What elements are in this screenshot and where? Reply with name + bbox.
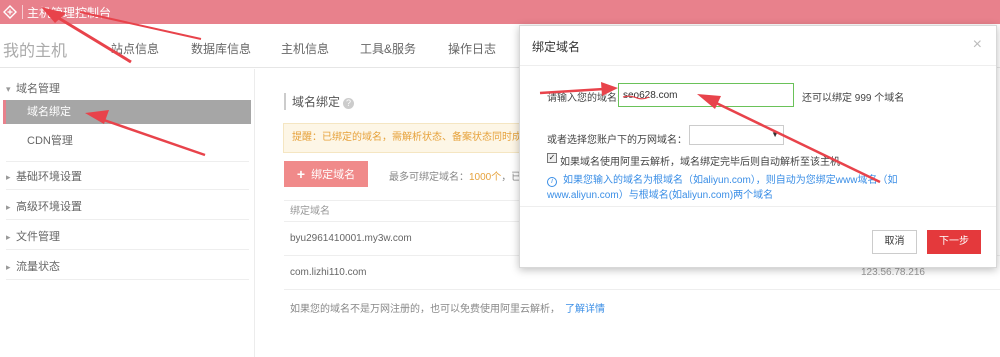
- divider: [6, 279, 249, 280]
- dialog-header: 绑定域名 ×: [520, 26, 996, 66]
- divider: [6, 219, 249, 220]
- sidebar-item-domain-bind[interactable]: 域名绑定: [3, 100, 251, 124]
- section-title: 域名绑定?: [284, 93, 355, 110]
- brand-title: 我的主机: [3, 43, 68, 60]
- domain-input[interactable]: [618, 83, 794, 107]
- divider: [520, 206, 996, 207]
- caret-down-icon: ▾: [6, 84, 11, 94]
- max-domain-note: 最多可绑定域名：1000个，已: [389, 172, 522, 183]
- top-bar: 主机管理控制台: [0, 0, 1000, 24]
- sidebar-group-domain[interactable]: ▾ 域名管理: [6, 80, 60, 96]
- info-note-line2: www.aliyun.com）与根域名(如aliyun.com)两个域名: [547, 190, 774, 201]
- sidebar-group-traffic[interactable]: ▸ 流量状态: [6, 258, 60, 274]
- domain-cell: byu2961410001.my3w.com: [290, 233, 412, 244]
- sidebar: ▾ 域名管理 域名绑定 CDN管理 ▸ 基础环境设置 ▸ 高级环境设置 ▸ 文件管理 ▸…: [0, 69, 255, 357]
- tab-database-info[interactable]: 数据库信息: [191, 40, 251, 57]
- plus-icon: +: [296, 166, 306, 182]
- tab-host-info[interactable]: 主机信息: [281, 40, 329, 57]
- question-icon[interactable]: ?: [343, 98, 355, 109]
- sidebar-group-basic-env[interactable]: ▸ 基础环境设置: [6, 168, 82, 184]
- domain-cell: com.lizhi110.com: [290, 267, 367, 278]
- divider: [6, 189, 249, 190]
- caret-right-icon: ▸: [6, 232, 11, 242]
- footer-note: 如果您的域名不是万网注册的，也可以免费使用阿里云解析， 了解详情: [290, 304, 605, 315]
- caret-right-icon: ▸: [6, 172, 11, 182]
- learn-more-link[interactable]: 了解详情: [565, 304, 605, 315]
- dropdown-arrow-icon: ▼: [771, 130, 779, 139]
- sidebar-item-cdn[interactable]: CDN管理: [3, 129, 251, 153]
- sidebar-group-advanced-env[interactable]: ▸ 高级环境设置: [6, 198, 82, 214]
- tab-operation-log[interactable]: 操作日志: [448, 40, 496, 57]
- close-icon[interactable]: ×: [973, 36, 982, 54]
- remaining-count: 还可以绑定 999 个域名: [802, 93, 905, 104]
- bind-domain-dialog: 绑定域名 × 请输入您的域名: 还可以绑定 999 个域名 或者选择您账户下的万…: [519, 25, 997, 268]
- checkbox-label: 如果域名使用阿里云解析，域名绑定完毕后则自动解析至该主机: [560, 157, 840, 168]
- tab-tools-services[interactable]: 工具&服务: [360, 40, 416, 57]
- wanwang-domain-select[interactable]: ▼: [689, 125, 784, 145]
- divider: [6, 161, 249, 162]
- tab-site-info[interactable]: 站点信息: [111, 40, 159, 57]
- aliyun-logo-icon: [3, 5, 17, 19]
- caret-right-icon: ▸: [6, 202, 11, 212]
- next-step-button[interactable]: 下一步: [927, 230, 981, 254]
- auto-resolve-checkbox[interactable]: ✓: [547, 153, 557, 163]
- dialog-title: 绑定域名: [532, 40, 581, 54]
- info-note-line1: i 如果您输入的域名为根域名（如aliyun.com），则自动为您绑定www域名（…: [547, 171, 897, 187]
- caret-right-icon: ▸: [6, 262, 11, 272]
- cancel-button[interactable]: 取消: [872, 230, 917, 254]
- bind-domain-button[interactable]: + 绑定域名: [284, 161, 368, 187]
- topbar-divider: [22, 5, 23, 19]
- select-label: 或者选择您账户下的万网域名：: [547, 135, 687, 146]
- sidebar-group-file-manage[interactable]: ▸ 文件管理: [6, 228, 60, 244]
- divider: [6, 249, 249, 250]
- console-title[interactable]: 主机管理控制台: [27, 4, 111, 21]
- domain-input-label: 请输入您的域名:: [547, 93, 620, 104]
